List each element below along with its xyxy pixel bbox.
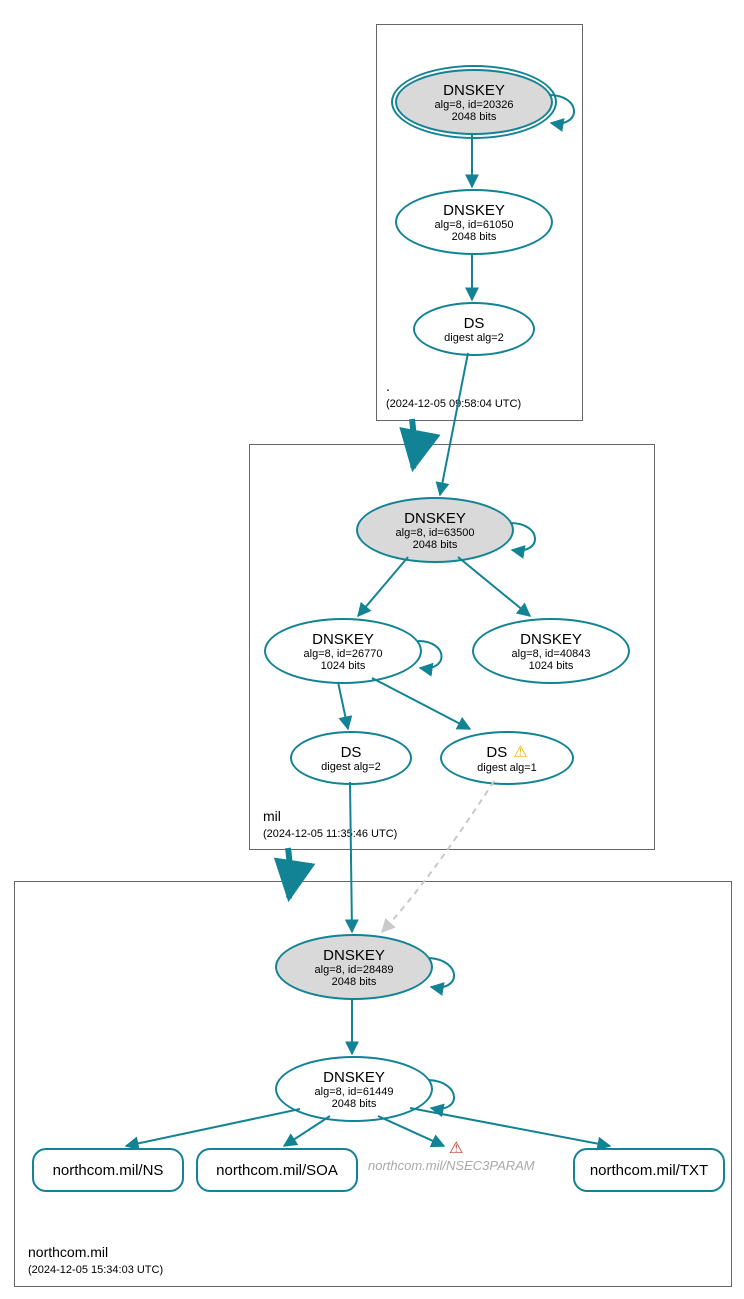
title: DNSKEY <box>404 510 466 527</box>
leaf-ns: northcom.mil/NS <box>32 1148 184 1192</box>
sub2: 2048 bits <box>332 976 377 988</box>
leaf-txt: northcom.mil/TXT <box>573 1148 725 1192</box>
leaf-nsec3param: northcom.mil/NSEC3PARAM <box>368 1158 535 1173</box>
title: DS <box>464 315 485 332</box>
sub1: digest alg=2 <box>321 761 381 773</box>
node-root-ksk: DNSKEY alg=8, id=20326 2048 bits <box>395 69 553 135</box>
title: DS <box>486 744 507 761</box>
sub2: 2048 bits <box>452 111 497 123</box>
node-mil-ds-warn: DS ⚠ digest alg=1 <box>440 731 574 785</box>
sub1: alg=8, id=28489 <box>315 964 394 976</box>
warn-icon: ⚠ <box>513 742 527 762</box>
sub1: alg=8, id=40843 <box>512 648 591 660</box>
node-mil-zsk2: DNSKEY alg=8, id=40843 1024 bits <box>472 618 630 684</box>
sub2: 2048 bits <box>413 539 458 551</box>
sub1: alg=8, id=20326 <box>435 99 514 111</box>
node-mil-ksk: DNSKEY alg=8, id=63500 2048 bits <box>356 497 514 563</box>
sub2: 2048 bits <box>452 231 497 243</box>
error-icon: ⚠ <box>449 1138 463 1158</box>
title: DNSKEY <box>520 631 582 648</box>
zone-northcom-time: (2024-12-05 15:34:03 UTC) <box>28 1264 163 1276</box>
title: DNSKEY <box>323 947 385 964</box>
title: DNSKEY <box>443 82 505 99</box>
sub2: 2048 bits <box>332 1098 377 1110</box>
node-root-zsk: DNSKEY alg=8, id=61050 2048 bits <box>395 189 553 255</box>
node-nc-zsk: DNSKEY alg=8, id=61449 2048 bits <box>275 1056 433 1122</box>
node-root-ds: DS digest alg=2 <box>413 302 535 356</box>
label: northcom.mil/TXT <box>575 1162 723 1179</box>
zone-mil-time: (2024-12-05 11:35:46 UTC) <box>263 828 397 840</box>
sub1: alg=8, id=61050 <box>435 219 514 231</box>
title: DS <box>341 744 362 761</box>
node-mil-zsk: DNSKEY alg=8, id=26770 1024 bits <box>264 618 422 684</box>
sub2: 1024 bits <box>321 660 366 672</box>
title: DNSKEY <box>312 631 374 648</box>
sub1: digest alg=2 <box>444 332 504 344</box>
sub1: alg=8, id=61449 <box>315 1086 394 1098</box>
title: DNSKEY <box>443 202 505 219</box>
label: northcom.mil/SOA <box>198 1162 356 1179</box>
label: northcom.mil/NSEC3PARAM <box>368 1158 535 1173</box>
sub2: 1024 bits <box>529 660 574 672</box>
title: DNSKEY <box>323 1069 385 1086</box>
sub1: alg=8, id=63500 <box>396 527 475 539</box>
zone-root-time: (2024-12-05 09:58:04 UTC) <box>386 398 521 410</box>
zone-northcom-label: northcom.mil <box>28 1244 108 1260</box>
sub1: digest alg=1 <box>477 762 537 774</box>
leaf-soa: northcom.mil/SOA <box>196 1148 358 1192</box>
node-nc-ksk: DNSKEY alg=8, id=28489 2048 bits <box>275 934 433 1000</box>
zone-root-label: . <box>386 378 390 394</box>
zone-mil-label: mil <box>263 808 281 824</box>
label: northcom.mil/NS <box>34 1162 182 1179</box>
sub1: alg=8, id=26770 <box>304 648 383 660</box>
node-mil-ds: DS digest alg=2 <box>290 731 412 785</box>
